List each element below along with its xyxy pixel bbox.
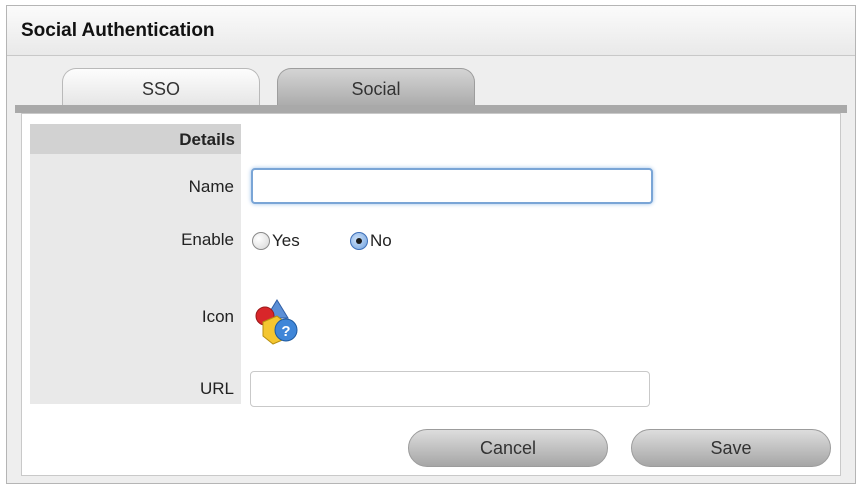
cancel-button[interactable]: Cancel bbox=[408, 429, 608, 467]
tab-social[interactable]: Social bbox=[277, 68, 475, 108]
tab-sso[interactable]: SSO bbox=[62, 68, 260, 108]
enable-yes-radio[interactable] bbox=[252, 232, 270, 250]
page-title: Social Authentication bbox=[21, 20, 215, 41]
url-input[interactable] bbox=[250, 371, 650, 407]
shapes-help-icon: ? bbox=[255, 299, 298, 345]
name-label: Name bbox=[188, 177, 234, 196]
enable-no-label[interactable]: No bbox=[370, 231, 392, 251]
enable-yes-label[interactable]: Yes bbox=[272, 231, 300, 251]
url-label: URL bbox=[199, 379, 234, 398]
details-heading: Details bbox=[179, 130, 235, 149]
details-header: Details bbox=[30, 124, 241, 154]
enable-no-radio[interactable] bbox=[350, 232, 368, 250]
icon-label: Icon bbox=[201, 307, 234, 326]
label-column bbox=[30, 124, 241, 404]
tab-strip bbox=[15, 105, 847, 113]
name-input[interactable] bbox=[251, 168, 653, 204]
details-panel: Details Name Enable Yes No Icon ? URL Ca… bbox=[21, 113, 841, 476]
title-bar: Social Authentication bbox=[7, 6, 855, 56]
save-button[interactable]: Save bbox=[631, 429, 831, 467]
svg-text:?: ? bbox=[281, 323, 290, 340]
social-authentication-window: Social Authentication SSO Social Details… bbox=[6, 5, 856, 484]
enable-label: Enable bbox=[181, 230, 234, 249]
